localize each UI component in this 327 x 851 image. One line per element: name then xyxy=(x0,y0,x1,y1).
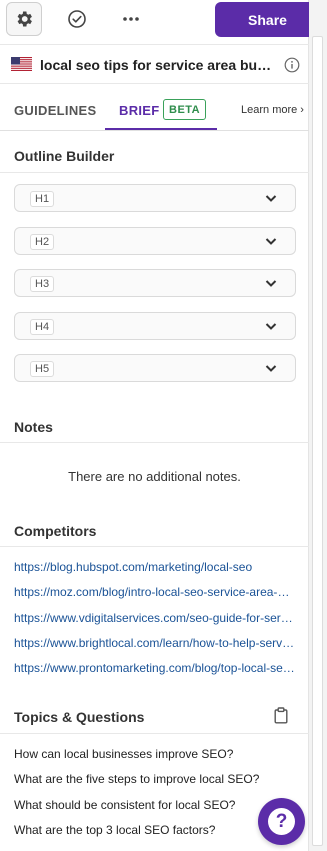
question-item: What are the top 3 local SEO factors? xyxy=(14,823,216,837)
topics-title: Topics & Questions xyxy=(14,709,145,725)
heading-level-badge: H3 xyxy=(30,276,55,292)
brief-panel: Share local seo tips for service area bu… xyxy=(0,0,320,851)
scrollbar-thumb[interactable] xyxy=(312,36,323,846)
competitors-title: Competitors xyxy=(14,523,97,539)
gear-icon xyxy=(17,11,32,27)
chevron-down-icon[interactable] xyxy=(265,194,277,203)
question-item: What are the five steps to improve local… xyxy=(14,772,260,786)
outline-item-h3[interactable]: H3 xyxy=(14,269,296,297)
clipboard-icon[interactable] xyxy=(274,707,288,724)
toolbar: Share xyxy=(0,0,320,40)
competitor-link[interactable]: https://www.vdigitalservices.com/seo-gui… xyxy=(14,611,296,625)
notes-empty-message: There are no additional notes. xyxy=(68,469,241,484)
section-divider xyxy=(0,733,309,734)
info-icon[interactable] xyxy=(284,57,300,73)
competitor-link[interactable]: https://blog.hubspot.com/marketing/local… xyxy=(14,560,296,574)
settings-button[interactable] xyxy=(6,2,42,36)
section-divider xyxy=(0,172,309,173)
learn-more-link[interactable]: Learn more › xyxy=(241,104,304,116)
status-button[interactable] xyxy=(59,2,95,36)
chevron-down-icon[interactable] xyxy=(265,279,277,288)
competitor-link[interactable]: https://www.brightlocal.com/learn/how-to… xyxy=(14,636,296,650)
keyword-title: local seo tips for service area business… xyxy=(40,57,276,73)
outline-item-h4[interactable]: H4 xyxy=(14,312,296,340)
share-button[interactable]: Share xyxy=(215,2,320,37)
section-divider xyxy=(0,546,309,547)
help-button[interactable]: ? xyxy=(258,798,305,845)
tab-guidelines[interactable]: GUIDELINES xyxy=(14,103,96,118)
more-options-button[interactable] xyxy=(113,2,149,36)
competitor-link[interactable]: https://www.prontomarketing.com/blog/top… xyxy=(14,661,296,675)
us-flag-icon xyxy=(11,57,32,71)
active-tab-indicator xyxy=(105,128,217,130)
outline-item-h5[interactable]: H5 xyxy=(14,354,296,382)
heading-level-badge: H1 xyxy=(30,191,55,207)
outline-builder-title: Outline Builder xyxy=(14,148,115,164)
question-item: How can local businesses improve SEO? xyxy=(14,747,234,761)
chevron-down-icon[interactable] xyxy=(265,364,277,373)
heading-level-badge: H4 xyxy=(30,319,55,335)
beta-badge: BETA xyxy=(163,99,207,120)
section-divider xyxy=(0,442,309,443)
chevron-down-icon[interactable] xyxy=(265,237,277,246)
heading-level-badge: H5 xyxy=(30,361,55,377)
heading-level-badge: H2 xyxy=(30,234,55,250)
keyword-row: local seo tips for service area business… xyxy=(0,44,309,84)
notes-title: Notes xyxy=(14,419,53,435)
outline-item-h2[interactable]: H2 xyxy=(14,227,296,255)
question-item: What should be consistent for local SEO? xyxy=(14,798,236,812)
competitor-link[interactable]: https://moz.com/blog/intro-local-seo-ser… xyxy=(14,585,296,599)
tab-brief[interactable]: BRIEF xyxy=(119,103,160,118)
help-question-icon: ? xyxy=(268,808,295,835)
more-horizontal-icon xyxy=(123,17,139,21)
tabs: GUIDELINES BRIEF BETA Learn more › xyxy=(0,85,309,131)
chevron-down-icon[interactable] xyxy=(265,322,277,331)
outline-item-h1[interactable]: H1 xyxy=(14,184,296,212)
check-circle-icon xyxy=(68,10,86,28)
